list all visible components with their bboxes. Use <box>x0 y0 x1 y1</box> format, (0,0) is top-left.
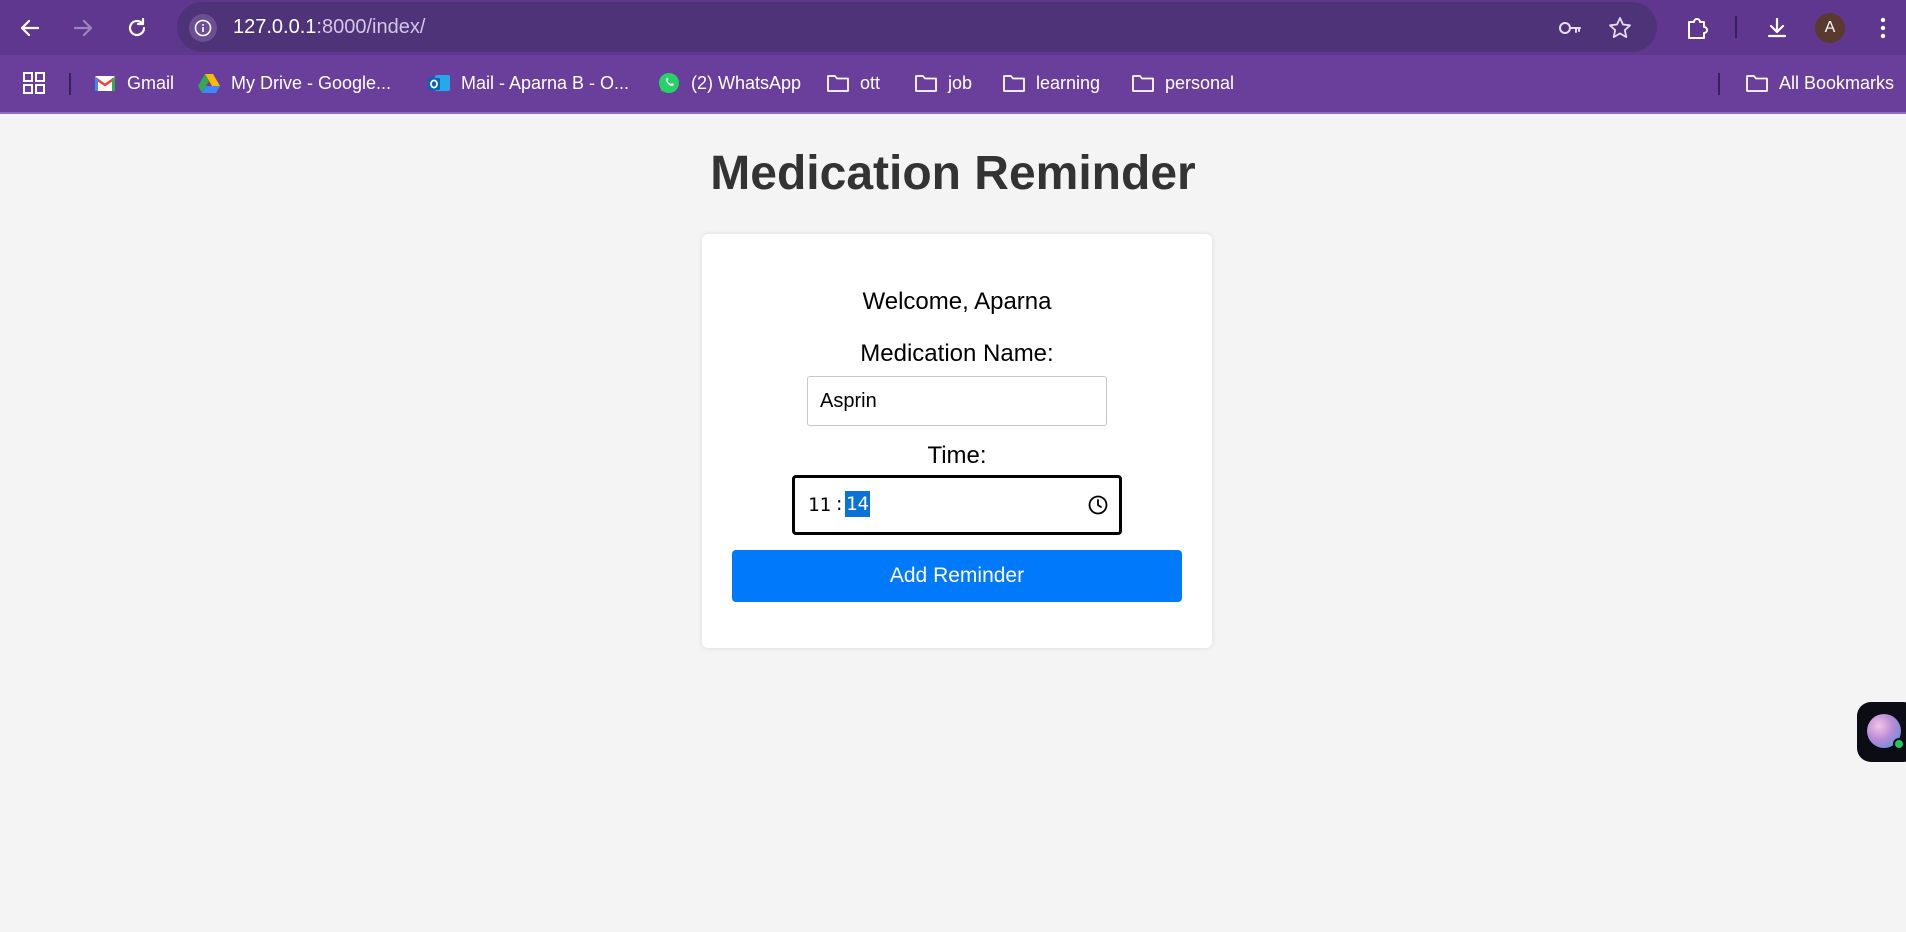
bookmark-google-drive[interactable]: My Drive - Google... <box>197 69 391 97</box>
gmail-icon <box>93 71 117 95</box>
time-hours-field[interactable]: 11 <box>808 494 831 516</box>
bookmarks-bar: Gmail My Drive - Google... Mail - Aparna… <box>0 55 1906 114</box>
more-menu-icon[interactable] <box>1868 13 1898 43</box>
reminder-form-card: Welcome, Aparna Medication Name: Time: 1… <box>702 234 1212 648</box>
google-drive-icon <box>197 71 221 95</box>
apps-grid-icon <box>22 71 46 95</box>
online-status-dot <box>1893 738 1905 750</box>
all-bookmarks-label: All Bookmarks <box>1779 72 1895 93</box>
time-input[interactable]: 11 : 14 <box>792 475 1122 535</box>
bookmarks-divider <box>1718 73 1720 95</box>
site-info-icon[interactable] <box>189 14 217 42</box>
apps-button[interactable] <box>22 69 46 97</box>
outlook-icon <box>427 71 451 95</box>
page-title: Medication Reminder <box>710 147 1196 200</box>
toolbar-divider <box>1735 16 1737 38</box>
bookmark-gmail[interactable]: Gmail <box>93 69 174 97</box>
medication-name-label: Medication Name: <box>860 340 1054 367</box>
folder-icon <box>826 71 850 95</box>
bookmark-whatsapp[interactable]: (2) WhatsApp <box>657 69 801 97</box>
clock-icon[interactable] <box>1087 494 1109 516</box>
bookmark-label: ott <box>860 72 881 93</box>
welcome-message: Welcome, Aparna <box>862 288 1052 315</box>
time-label: Time: <box>927 442 987 469</box>
bookmark-folder-job[interactable]: job <box>914 69 972 97</box>
time-minutes-field[interactable]: 14 <box>845 491 870 517</box>
bookmark-star-icon[interactable] <box>1607 15 1633 41</box>
folder-icon <box>914 71 938 95</box>
browser-toolbar: 127.0.0.1:8000/index/ A <box>0 0 1906 55</box>
time-separator: : <box>836 493 843 515</box>
bookmark-folder-learning[interactable]: learning <box>1002 69 1100 97</box>
bookmark-outlook-mail[interactable]: Mail - Aparna B - O... <box>427 69 629 97</box>
back-button[interactable] <box>12 10 48 46</box>
folder-icon <box>1131 71 1155 95</box>
bookmark-label: Gmail <box>127 72 175 93</box>
downloads-icon[interactable] <box>1762 13 1792 43</box>
whatsapp-icon <box>657 71 681 95</box>
forward-button[interactable] <box>65 10 101 46</box>
password-key-icon[interactable] <box>1557 15 1583 41</box>
url-text[interactable]: 127.0.0.1:8000/index/ <box>233 16 425 39</box>
arrow-left-icon <box>20 19 40 37</box>
all-bookmarks-button[interactable]: All Bookmarks <box>1745 69 1894 97</box>
bookmark-label: personal <box>1165 72 1235 93</box>
bookmark-label: learning <box>1036 72 1101 93</box>
url-host: 127.0.0.1 <box>233 16 317 38</box>
reload-icon <box>128 17 146 37</box>
bookmarks-divider <box>69 73 71 95</box>
folder-icon <box>1745 71 1769 95</box>
bookmark-folder-ott[interactable]: ott <box>826 69 880 97</box>
add-reminder-button[interactable]: Add Reminder <box>732 550 1182 602</box>
bookmark-label: job <box>948 72 973 93</box>
medication-name-input[interactable] <box>807 376 1107 426</box>
bookmark-label: Mail - Aparna B - O... <box>461 72 630 93</box>
profile-avatar[interactable]: A <box>1815 13 1845 43</box>
reload-button[interactable] <box>119 10 155 46</box>
bookmark-label: My Drive - Google... <box>231 72 392 93</box>
url-path: :8000/index/ <box>316 16 426 38</box>
arrow-right-icon <box>73 19 93 37</box>
bookmark-folder-personal[interactable]: personal <box>1131 69 1234 97</box>
folder-icon <box>1002 71 1026 95</box>
address-bar[interactable]: 127.0.0.1:8000/index/ <box>177 2 1657 52</box>
floating-assistant-button[interactable] <box>1857 702 1906 762</box>
extensions-icon[interactable] <box>1682 13 1712 43</box>
bookmark-label: (2) WhatsApp <box>691 72 802 93</box>
